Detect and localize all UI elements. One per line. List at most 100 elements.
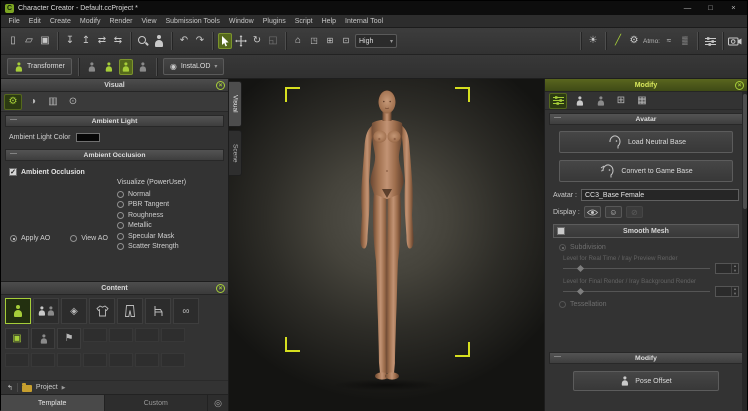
- radio-icon[interactable]: [117, 222, 124, 229]
- category-scene[interactable]: ⚑: [57, 328, 81, 349]
- menu-internal-tool[interactable]: Internal Tool: [341, 18, 388, 25]
- menu-window[interactable]: Window: [224, 18, 258, 25]
- level-final-slider[interactable]: [563, 287, 710, 296]
- close-button[interactable]: ×: [724, 1, 743, 15]
- import-icon[interactable]: ↧: [63, 33, 77, 49]
- breadcrumb-project[interactable]: Project: [36, 384, 58, 391]
- close-icon[interactable]: ×: [216, 284, 225, 293]
- checkbox-checked-icon[interactable]: ✓: [9, 168, 17, 176]
- frame-all-icon[interactable]: ⊞: [323, 33, 337, 49]
- instalod-button[interactable]: ◉ InstaLOD ▾: [163, 58, 225, 75]
- content-filter-icon[interactable]: ◎: [208, 395, 228, 411]
- visualize-option-scatter-strength[interactable]: Scatter Strength: [117, 242, 186, 253]
- atmosphere-fog-icon[interactable]: ≈: [662, 33, 676, 49]
- spin-down-icon[interactable]: ▾: [732, 269, 738, 274]
- settings-gear-icon[interactable]: ⚙: [627, 33, 641, 49]
- visualize-option-pbr-tangent[interactable]: PBR Tangent: [117, 200, 186, 211]
- search-content-icon[interactable]: [136, 33, 150, 49]
- menu-render[interactable]: Render: [105, 18, 137, 25]
- new-project-icon[interactable]: ▯: [6, 33, 20, 49]
- character-model-female[interactable]: [327, 89, 447, 389]
- export-icon[interactable]: ↥: [79, 33, 93, 49]
- save-project-icon[interactable]: ▣: [38, 33, 52, 49]
- category-cloth-top[interactable]: [89, 298, 115, 324]
- rotate-tool-icon[interactable]: ↻: [250, 33, 264, 49]
- render-quality-dropdown[interactable]: High ▾: [355, 34, 397, 48]
- visualize-option-roughness[interactable]: Roughness: [117, 210, 186, 221]
- menu-view[interactable]: View: [137, 18, 161, 25]
- preference-sliders-icon[interactable]: [703, 33, 717, 49]
- spin-arrows[interactable]: ▴▾: [731, 287, 738, 296]
- smooth-mesh-button[interactable]: Smooth Mesh: [553, 224, 739, 238]
- category-avatar[interactable]: [5, 298, 31, 324]
- avatar-name-field[interactable]: CC3_Base Female: [581, 189, 739, 201]
- breadcrumb-arrow-icon[interactable]: ▶: [62, 385, 66, 391]
- radio-icon[interactable]: [117, 201, 124, 208]
- menu-script[interactable]: Script: [290, 18, 317, 25]
- transfer-icon[interactable]: ⇆: [111, 33, 125, 49]
- radio-icon[interactable]: [117, 212, 124, 219]
- display-link-button[interactable]: ⊘: [626, 206, 643, 218]
- effect-wand-icon[interactable]: ╱: [611, 33, 625, 49]
- radio-icon[interactable]: [117, 233, 124, 240]
- close-icon[interactable]: ×: [216, 81, 225, 90]
- character-browser-icon[interactable]: [152, 33, 166, 49]
- ambient-light-section-header[interactable]: — Ambient Light: [5, 115, 224, 127]
- orbit-view-icon[interactable]: ◳: [307, 33, 321, 49]
- maximize-button[interactable]: □: [701, 1, 720, 15]
- pose-offset-button[interactable]: Pose Offset: [573, 371, 719, 391]
- display-settings-icon[interactable]: ⚙: [4, 94, 22, 110]
- category-prop-person[interactable]: [31, 328, 55, 349]
- radio-selected-icon[interactable]: [10, 235, 17, 242]
- spin-down-icon[interactable]: ▾: [732, 292, 738, 297]
- menu-file[interactable]: File: [4, 18, 24, 25]
- menu-modify[interactable]: Modify: [75, 18, 105, 25]
- visualize-option-normal[interactable]: Normal: [117, 189, 186, 200]
- category-furniture[interactable]: [145, 298, 171, 324]
- radio-icon[interactable]: [70, 235, 77, 242]
- pose-b-icon[interactable]: [102, 59, 116, 75]
- motion-icon[interactable]: [591, 93, 609, 109]
- level-realtime-slider[interactable]: [563, 264, 710, 273]
- scrollbar-thumb[interactable]: [743, 94, 747, 209]
- load-neutral-base-button[interactable]: Load Neutral Base: [559, 131, 733, 153]
- side-tab-visual[interactable]: Visual: [229, 81, 242, 127]
- texture-icon[interactable]: ▦: [633, 93, 651, 109]
- move-tool-icon[interactable]: [234, 33, 248, 49]
- character-edit-icon[interactable]: [570, 93, 588, 109]
- visualize-option-metallic[interactable]: Metallic: [117, 221, 186, 232]
- render-camera-icon[interactable]: [728, 33, 742, 49]
- modify-panel-header[interactable]: Modify ×: [545, 79, 747, 92]
- frame-selected-icon[interactable]: ⊡: [339, 33, 353, 49]
- lens-icon[interactable]: ⊙: [64, 94, 82, 110]
- ambient-occlusion-checkbox-row[interactable]: ✓ Ambient Occlusion: [9, 168, 85, 176]
- spin-arrows[interactable]: ▴▾: [731, 264, 738, 273]
- checkbox-unchecked-icon[interactable]: [557, 227, 565, 235]
- view-ao-option[interactable]: View AO: [70, 235, 108, 242]
- collapse-icon[interactable]: —: [10, 116, 17, 123]
- sphere-preview-icon[interactable]: ◑: [24, 94, 42, 110]
- menu-create[interactable]: Create: [45, 18, 75, 25]
- display-eye-button[interactable]: [584, 206, 601, 218]
- open-project-icon[interactable]: ▱: [22, 33, 36, 49]
- apply-ao-option[interactable]: Apply AO: [10, 235, 50, 242]
- menu-submission-tools[interactable]: Submission Tools: [161, 18, 224, 25]
- radio-icon[interactable]: [117, 243, 124, 250]
- category-fixture[interactable]: ▣: [5, 328, 29, 349]
- level-final-spinbox[interactable]: ▴▾: [715, 286, 739, 297]
- visualize-option-specular-mask[interactable]: Specular Mask: [117, 231, 186, 242]
- tab-template[interactable]: Template: [1, 395, 105, 411]
- category-morph[interactable]: ◈: [61, 298, 87, 324]
- menu-plugins[interactable]: Plugins: [258, 18, 290, 25]
- sync-icon[interactable]: ⇄: [95, 33, 109, 49]
- select-tool-icon[interactable]: [218, 33, 232, 49]
- visual-panel-header[interactable]: Visual ×: [1, 79, 228, 92]
- home-view-icon[interactable]: ⌂: [291, 33, 305, 49]
- menu-help[interactable]: Help: [317, 18, 340, 25]
- undo-icon[interactable]: ↶: [177, 33, 191, 49]
- side-tab-scene[interactable]: Scene: [229, 130, 242, 176]
- content-panel-header[interactable]: Content ×: [1, 282, 228, 295]
- close-icon[interactable]: ×: [735, 81, 744, 90]
- level-realtime-spinbox[interactable]: ▴▾: [715, 263, 739, 274]
- convert-to-game-base-button[interactable]: Convert to Game Base: [559, 160, 733, 182]
